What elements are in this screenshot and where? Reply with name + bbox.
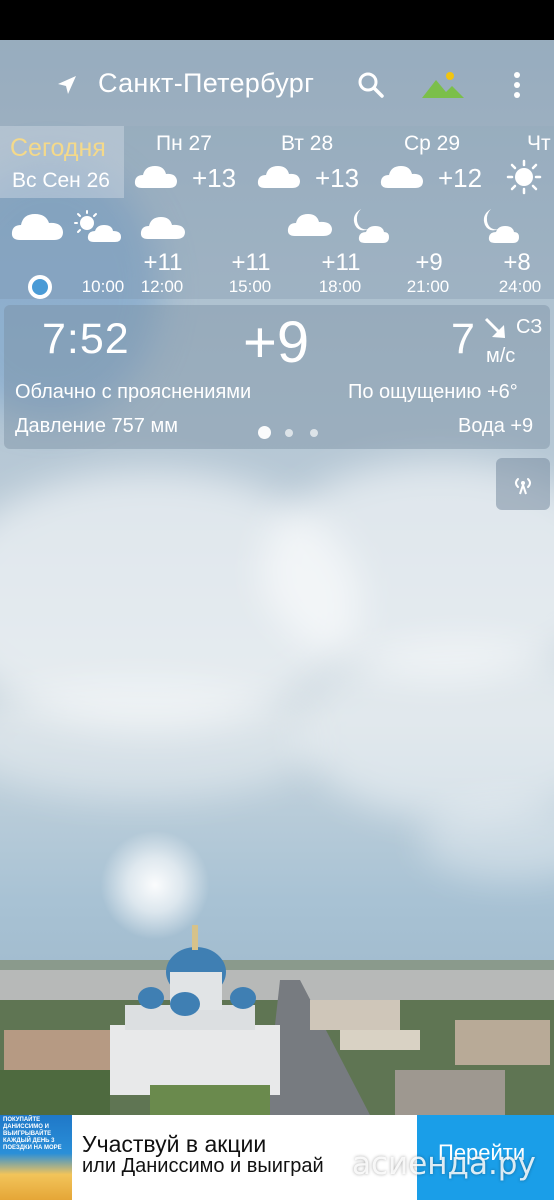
landscape-icon[interactable] xyxy=(422,68,464,102)
page-indicator xyxy=(258,426,328,440)
current-time-marker xyxy=(28,275,52,299)
feels-like: По ощущению +6° xyxy=(348,381,518,403)
cloud-icon xyxy=(140,217,185,239)
day-name: Пн 27 xyxy=(156,132,212,155)
radar-icon xyxy=(515,478,531,495)
city-skyline xyxy=(0,925,554,1115)
moon-cloud-icon xyxy=(483,209,519,243)
page-dot xyxy=(310,429,318,437)
wind-direction-arrow-icon xyxy=(484,317,505,338)
today-label: Сегодня xyxy=(10,134,106,162)
radar-button[interactable] xyxy=(496,458,550,510)
ad-subtitle[interactable]: или Даниссимо и выиграй xyxy=(82,1155,324,1178)
hour-temp: +8 xyxy=(503,249,531,276)
wind-speed: 7 xyxy=(451,315,475,363)
watermark: асиенда.ру xyxy=(352,1146,536,1182)
current-time: 7:52 xyxy=(42,315,130,363)
hour-temp: +11 xyxy=(143,249,183,276)
day-name: Ср 29 xyxy=(404,132,461,155)
hour-time: 21:00 xyxy=(406,277,450,296)
page-dot xyxy=(285,429,293,437)
day-today[interactable]: Сегодня Вс Сен 26 xyxy=(0,126,124,198)
day-name: Вт 28 xyxy=(281,132,334,155)
ad-image-text: ПОКУПАЙТЕ ДАНИССИМО И ВЫИГРЫВАЙТЕ КАЖДЫЙ… xyxy=(3,1117,62,1151)
day-name: Чт xyxy=(527,132,551,155)
day-temp: +12 xyxy=(438,163,483,193)
cloud-icon xyxy=(257,166,300,188)
cloud-icon xyxy=(134,166,177,188)
ad-title[interactable]: Участвуй в акции xyxy=(82,1131,266,1158)
sun-icon xyxy=(506,159,542,195)
hour-time: 15:00 xyxy=(228,277,272,296)
today-date: Вс Сен 26 xyxy=(12,169,110,192)
hour-time: 24:00 xyxy=(498,277,542,296)
day-item[interactable]: Чт xyxy=(500,126,554,198)
day-item[interactable]: Пн 27 +13 xyxy=(130,126,250,198)
cloud-icon xyxy=(11,214,63,240)
day-item[interactable]: Вт 28 +13 xyxy=(253,126,373,198)
hour-temp: +11 xyxy=(321,249,361,276)
wind-direction: СЗ xyxy=(516,316,543,338)
water-temperature: Вода +9 xyxy=(458,415,534,437)
status-bar xyxy=(0,0,554,40)
day-temp: +13 xyxy=(192,163,237,193)
search-icon[interactable] xyxy=(356,70,386,100)
cloud-icon xyxy=(287,214,332,236)
page-dot-active xyxy=(258,426,271,439)
moon-cloud-icon xyxy=(353,209,389,243)
location-arrow-icon[interactable] xyxy=(55,73,79,97)
day-item[interactable]: Ср 29 +12 xyxy=(376,126,496,198)
cloud-icon xyxy=(380,166,423,188)
weather-condition: Облачно с прояснениями xyxy=(15,381,252,403)
cloud-sun-icon xyxy=(74,210,121,242)
hour-time: 12:00 xyxy=(140,277,184,296)
hour-temp: +11 xyxy=(231,249,271,276)
current-temperature: +9 xyxy=(243,310,310,375)
pressure: Давление 757 мм xyxy=(15,415,178,437)
day-temp: +13 xyxy=(315,163,360,193)
wind-unit: м/с xyxy=(486,345,516,367)
hour-temp: +9 xyxy=(415,249,443,276)
hour-time: 18:00 xyxy=(318,277,362,296)
more-vert-icon[interactable] xyxy=(504,70,530,100)
city-title[interactable]: Санкт-Петербург xyxy=(98,68,314,99)
